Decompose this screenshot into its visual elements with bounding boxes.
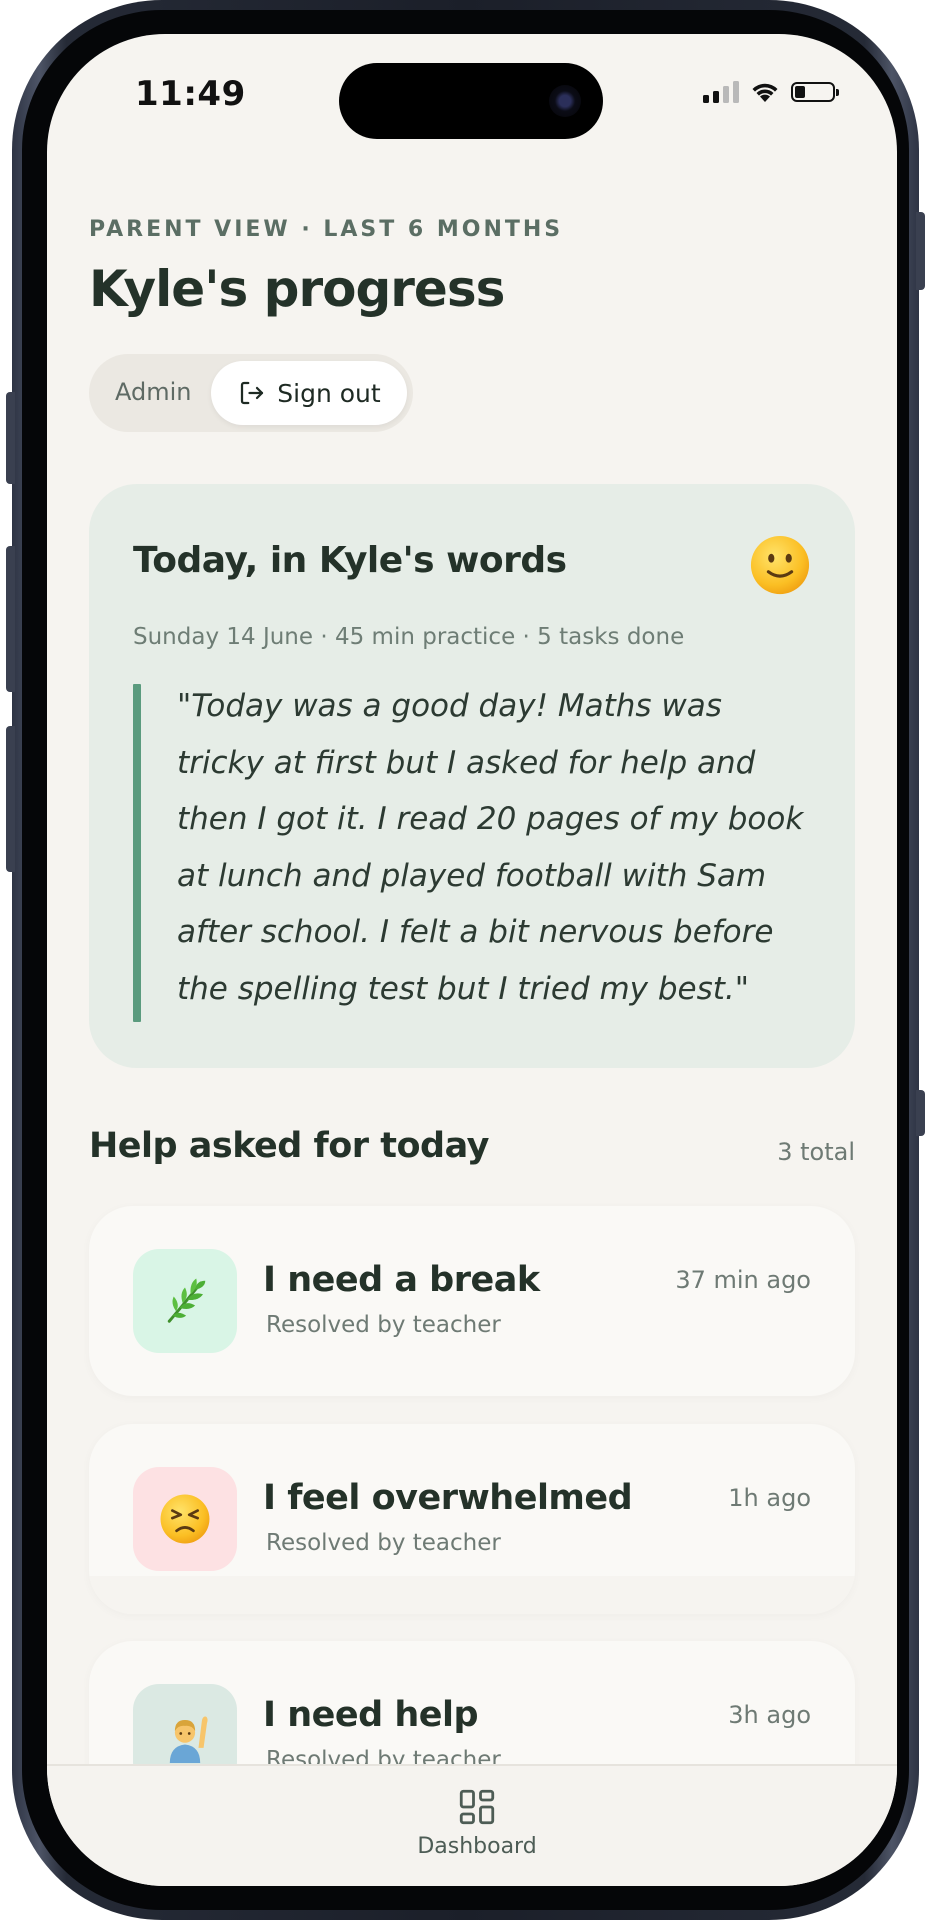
status-time: 11:49 bbox=[135, 74, 246, 114]
page-title: Kyle's progress bbox=[89, 260, 505, 318]
scroll-fade bbox=[89, 1576, 855, 1614]
today-quote: "Today was a good day! Maths was tricky … bbox=[177, 688, 804, 1007]
battery-icon bbox=[791, 82, 839, 102]
help-request-time: 37 min ago bbox=[675, 1266, 811, 1294]
power-button-bottom bbox=[916, 1090, 925, 1136]
help-request-status: Resolved by teacher bbox=[266, 1312, 501, 1338]
help-icon-box bbox=[133, 1467, 237, 1571]
help-request-card[interactable]: I feel overwhelmed Resolved by teacher 1… bbox=[89, 1424, 855, 1614]
sign-out-button[interactable]: Sign out bbox=[211, 361, 407, 425]
volume-up-button bbox=[6, 546, 15, 692]
wifi-icon bbox=[752, 83, 778, 102]
help-request-title: I need help bbox=[263, 1695, 479, 1735]
dashboard-icon bbox=[459, 1789, 495, 1825]
help-request-title: I need a break bbox=[263, 1260, 540, 1300]
help-section-count: 3 total bbox=[777, 1138, 855, 1166]
dynamic-island bbox=[339, 63, 603, 139]
person-raising-hand-icon bbox=[169, 1716, 208, 1763]
help-request-time: 1h ago bbox=[728, 1484, 811, 1512]
help-section-title: Help asked for today bbox=[89, 1126, 489, 1166]
status-icons bbox=[703, 80, 839, 104]
sign-out-label: Sign out bbox=[277, 378, 381, 408]
help-request-card[interactable]: I need a break Resolved by teacher 37 mi… bbox=[89, 1206, 855, 1396]
help-request-time: 3h ago bbox=[728, 1701, 811, 1729]
help-icon-box bbox=[133, 1249, 237, 1353]
quote-accent-bar bbox=[133, 684, 141, 1022]
sign-out-icon bbox=[241, 381, 264, 405]
action-button bbox=[6, 392, 15, 484]
today-card-title: Today, in Kyle's words bbox=[133, 540, 567, 581]
page-eyebrow: PARENT VIEW · LAST 6 MONTHS bbox=[89, 217, 564, 242]
today-card-meta: Sunday 14 June · 45 min practice · 5 tas… bbox=[133, 624, 685, 650]
today-card: Today, in Kyle's words Sunday 14 June · … bbox=[89, 484, 855, 1068]
help-request-status: Resolved by teacher bbox=[266, 1530, 501, 1556]
cellular-signal-icon bbox=[703, 81, 739, 103]
volume-down-button bbox=[6, 726, 15, 872]
persevering-face-icon bbox=[160, 1494, 210, 1544]
slightly-smiling-face-icon bbox=[750, 535, 810, 595]
herb-icon bbox=[167, 1278, 206, 1323]
tab-dashboard-label: Dashboard bbox=[417, 1834, 537, 1859]
power-button-top bbox=[916, 212, 925, 290]
tab-bar: Dashboard bbox=[47, 1764, 897, 1886]
role-pill: Admin Sign out bbox=[89, 354, 413, 432]
front-camera-icon bbox=[549, 85, 581, 117]
role-label: Admin bbox=[115, 378, 192, 406]
tab-dashboard[interactable]: Dashboard bbox=[407, 1786, 547, 1876]
screen: 11:49 PARENT VIEW · LAST 6 MONTHS Kyle's… bbox=[47, 34, 897, 1886]
help-request-title: I feel overwhelmed bbox=[263, 1478, 633, 1518]
